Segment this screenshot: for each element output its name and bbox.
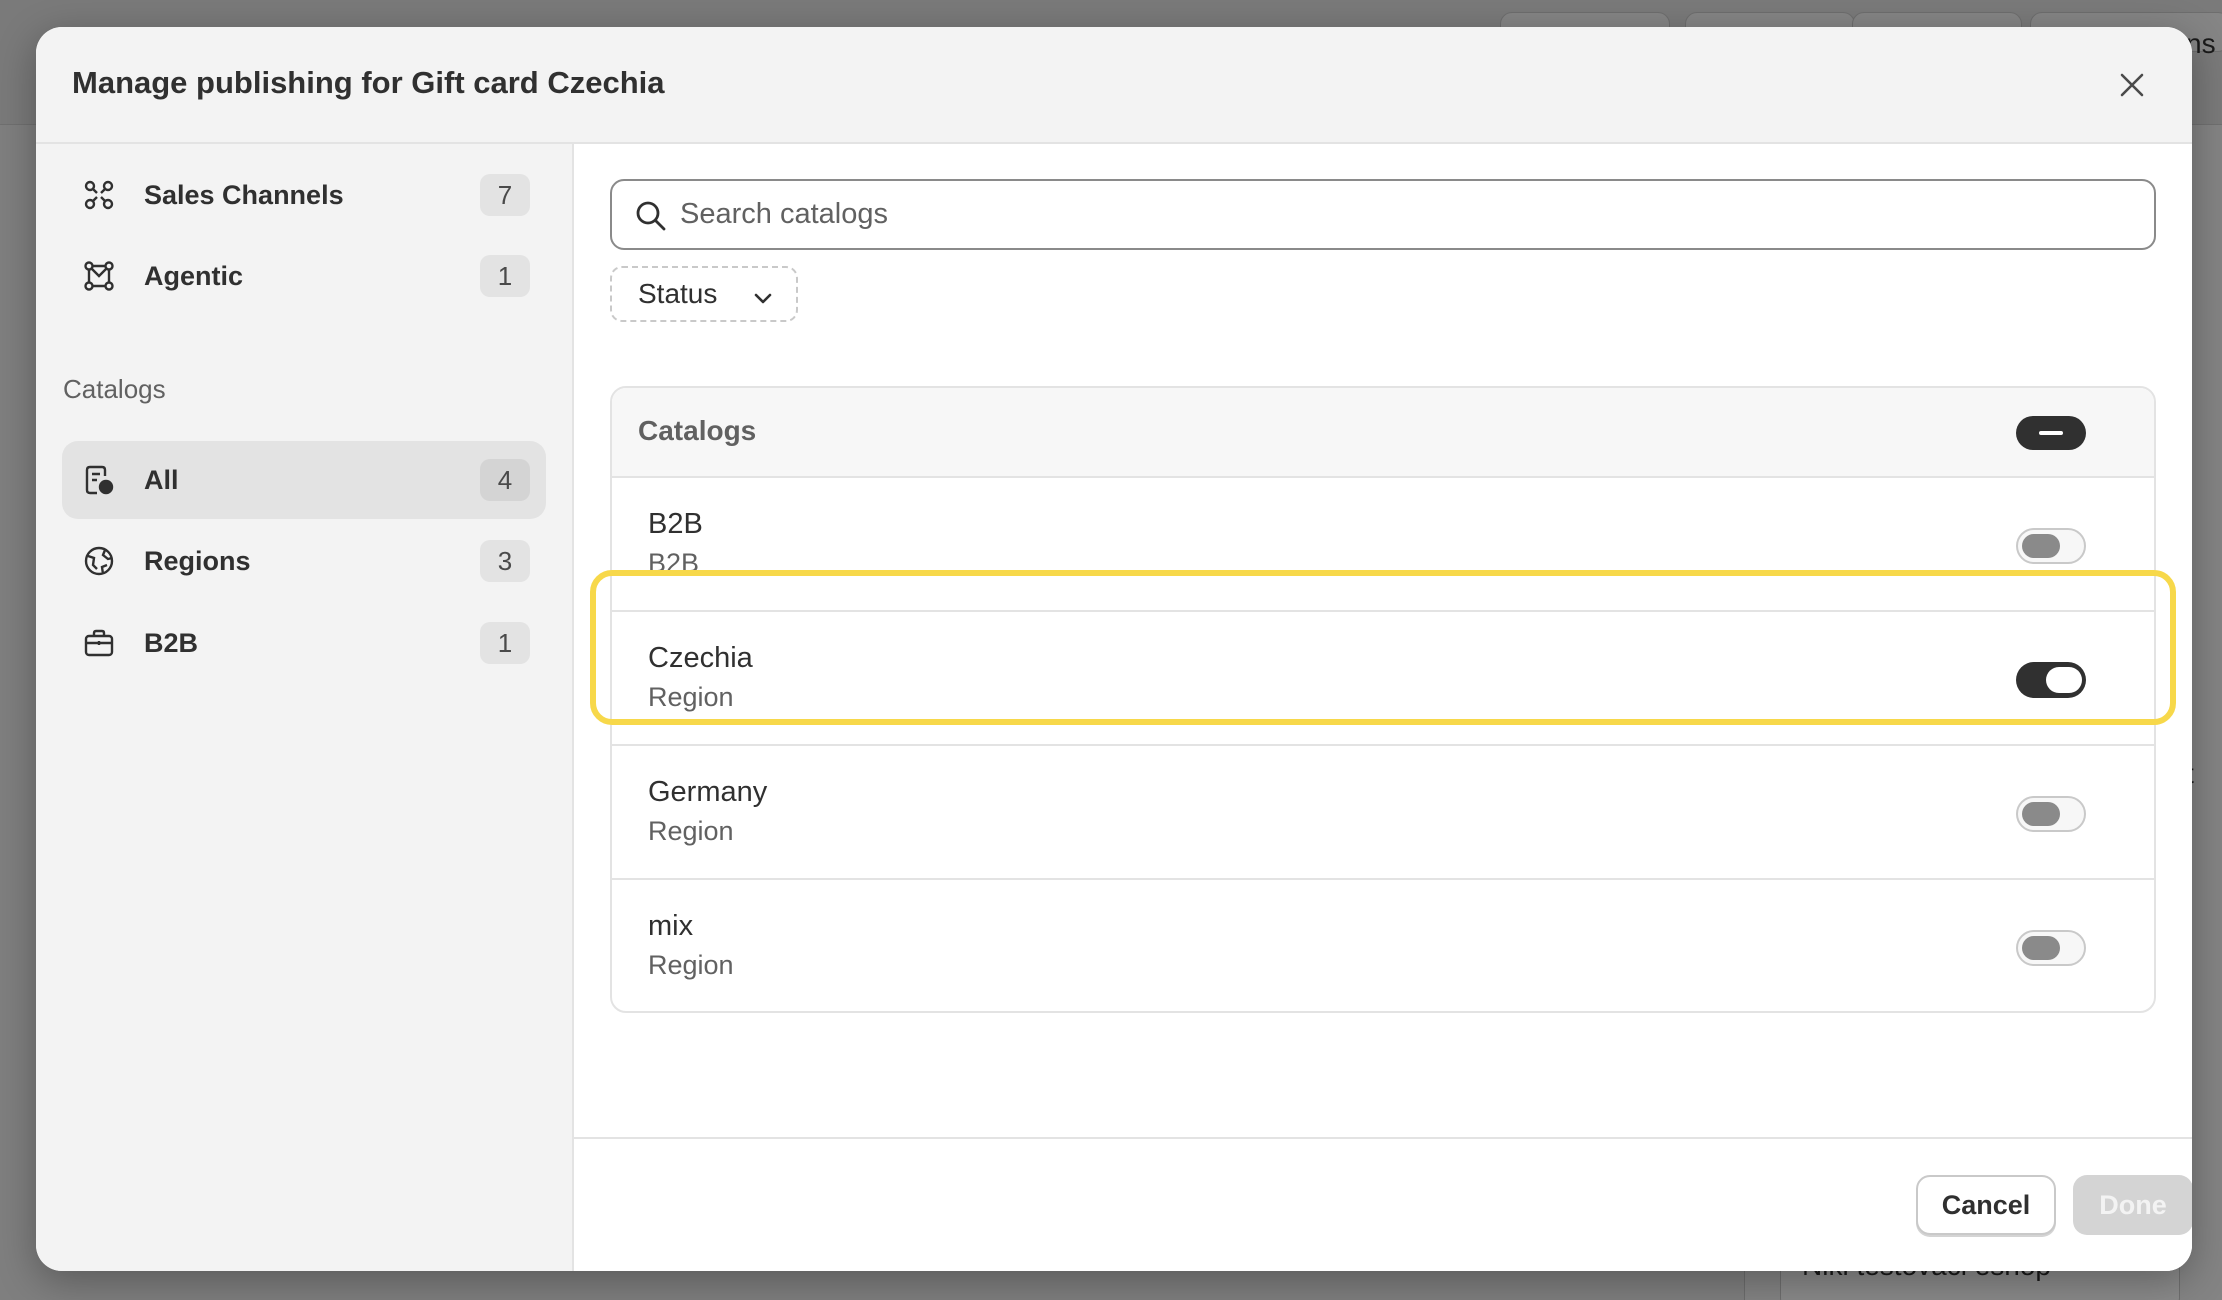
table-row: B2B B2B [612, 478, 2154, 612]
sidebar-item-label: Regions [144, 545, 251, 576]
sidebar-item-label: Agentic [144, 260, 244, 291]
toggle-knob [2022, 936, 2060, 960]
publish-toggle[interactable] [2016, 796, 2086, 832]
status-filter-label: Status [638, 278, 718, 309]
status-filter-button[interactable]: Status [610, 266, 798, 322]
sidebar-item-sales-channels[interactable]: Sales Channels 7 [62, 156, 546, 234]
modal-title: Manage publishing for Gift card Czechia [72, 65, 665, 100]
table-row: Czechia Region [612, 612, 2154, 746]
toggle-knob [2022, 802, 2060, 826]
table-row: Germany Region [612, 746, 2154, 880]
sidebar-item-regions[interactable]: Regions 3 [62, 522, 546, 600]
sidebar-item-label: All [144, 464, 179, 495]
sidebar-item-all[interactable]: All 4 [62, 441, 546, 519]
briefcase-icon [82, 626, 116, 660]
table-row: mix Region [612, 880, 2154, 1011]
globe-icon [82, 544, 116, 578]
catalog-panel: Status Catalogs B2B B2B Czechia Region [574, 144, 2192, 1271]
search-box [610, 179, 2156, 250]
close-icon [2120, 73, 2144, 97]
modal-footer: Cancel Done [574, 1137, 2192, 1271]
sidebar-item-b2b[interactable]: B2B 1 [62, 604, 546, 682]
sidebar-item-count: 3 [480, 540, 530, 582]
sales-channels-icon [82, 178, 116, 212]
done-button[interactable]: Done [2073, 1175, 2192, 1235]
catalog-subtitle: Region [648, 950, 734, 980]
sidebar-item-count: 1 [480, 255, 530, 297]
table-header-label: Catalogs [638, 415, 757, 446]
publish-toggle[interactable] [2016, 930, 2086, 966]
sidebar-item-label: B2B [144, 627, 199, 658]
catalog-title: B2B [648, 508, 703, 540]
cancel-button[interactable]: Cancel [1916, 1175, 2056, 1235]
publishing-modal: Manage publishing for Gift card Czechia … [36, 27, 2192, 1271]
sidebar-item-count: 7 [480, 174, 530, 216]
search-input[interactable] [680, 181, 2120, 248]
catalogs-table: Catalogs B2B B2B Czechia Region Germany … [610, 386, 2156, 1013]
sidebar-item-count: 4 [480, 459, 530, 501]
toggle-knob [2039, 431, 2063, 435]
catalog-subtitle: B2B [648, 548, 700, 578]
catalog-subtitle: Region [648, 816, 734, 846]
catalog-subtitle: Region [648, 682, 734, 712]
agentic-icon [82, 259, 116, 293]
sidebar: Sales Channels 7 Agentic 1 Catalogs All … [36, 144, 574, 1271]
catalogs-section-label: Catalogs [63, 374, 166, 404]
publish-toggle[interactable] [2016, 528, 2086, 564]
catalog-title: Czechia [648, 642, 753, 674]
sidebar-item-label: Sales Channels [144, 179, 344, 210]
close-button[interactable] [2112, 65, 2152, 105]
catalog-icon [82, 463, 116, 497]
sidebar-item-count: 1 [480, 622, 530, 664]
toggle-knob [2046, 667, 2082, 693]
chevron-down-icon [754, 293, 772, 304]
sidebar-item-agentic[interactable]: Agentic 1 [62, 237, 546, 315]
catalog-title: Germany [648, 776, 768, 808]
catalog-title: mix [648, 910, 694, 942]
select-all-toggle[interactable] [2016, 416, 2086, 450]
modal-header: Manage publishing for Gift card Czechia [36, 27, 2192, 144]
search-icon [636, 201, 666, 231]
publish-toggle[interactable] [2016, 662, 2086, 698]
toggle-knob [2022, 534, 2060, 558]
table-header: Catalogs [612, 388, 2154, 478]
